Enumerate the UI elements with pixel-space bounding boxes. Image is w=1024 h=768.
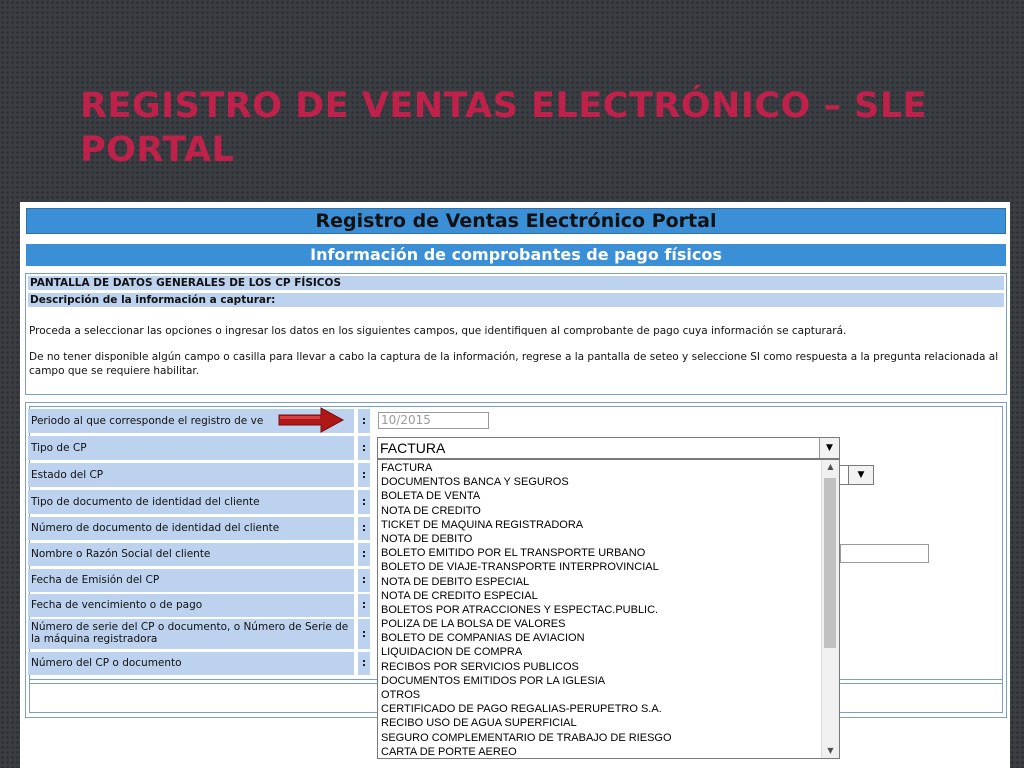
colon: : <box>358 619 370 649</box>
dropdown-option[interactable]: BOLETA DE VENTA <box>381 489 821 503</box>
dropdown-option[interactable]: BOLETO DE COMPANIAS DE AVIACION <box>381 631 821 645</box>
dropdown-option[interactable]: CARTA DE PORTE AEREO <box>381 745 821 758</box>
colon: : <box>358 543 370 566</box>
colon: : <box>358 463 370 487</box>
portal-subtitle: Información de comprobantes de pago físi… <box>26 244 1006 266</box>
label-nombre-cliente: Nombre o Razón Social del cliente <box>28 543 354 566</box>
portal-screenshot: Registro de Ventas Electrónico Portal In… <box>20 202 1010 768</box>
scroll-down-icon[interactable]: ▼ <box>822 744 839 758</box>
dropdown-option[interactable]: NOTA DE DEBITO <box>381 532 821 546</box>
dropdown-option[interactable]: POLIZA DE LA BOLSA DE VALORES <box>381 617 821 631</box>
portal-title: Registro de Ventas Electrónico Portal <box>26 208 1006 234</box>
instruction-2: De no tener disponible algún campo o cas… <box>29 351 999 377</box>
dropdown-option[interactable]: RECIBO USO DE AGUA SUPERFICIAL <box>381 716 821 730</box>
colon: : <box>358 652 370 675</box>
label-estado-cp: Estado del CP <box>28 463 354 487</box>
red-arrow-icon <box>278 407 345 433</box>
dropdown-option[interactable]: NOTA DE DEBITO ESPECIAL <box>381 575 821 589</box>
dropdown-option[interactable]: BOLETOS POR ATRACCIONES Y ESPECTAC.PUBLI… <box>381 603 821 617</box>
dropdown-option[interactable]: BOLETO DE VIAJE-TRANSPORTE INTERPROVINCI… <box>381 560 821 574</box>
label-tipo-documento: Tipo de documento de identidad del clien… <box>28 490 354 514</box>
tipo-cp-dropdown[interactable]: FACTURA DOCUMENTOS BANCA Y SEGUROS BOLETA … <box>377 459 840 759</box>
info-panel: PANTALLA DE DATOS GENERALES DE LOS CP FÍ… <box>25 273 1007 395</box>
dropdown-option[interactable]: LIQUIDACION DE COMPRA <box>381 645 821 659</box>
colon: : <box>358 569 370 592</box>
dropdown-option[interactable]: SEGURO COMPLEMENTARIO DE TRABAJO DE RIES… <box>381 731 821 745</box>
dropdown-options: FACTURA DOCUMENTOS BANCA Y SEGUROS BOLETA … <box>381 461 821 758</box>
colon: : <box>358 436 370 460</box>
estado-select-button[interactable]: ▼ <box>848 465 874 485</box>
label-numero-serie: Número de serie del CP o documento, o Nú… <box>28 619 354 649</box>
colon: : <box>358 490 370 514</box>
screen-title: PANTALLA DE DATOS GENERALES DE LOS CP FÍ… <box>28 276 1004 290</box>
colon: : <box>358 409 370 433</box>
scrollbar-thumb[interactable] <box>824 478 836 648</box>
period-input[interactable]: 10/2015 <box>378 412 489 429</box>
tipo-cp-value: FACTURA <box>380 440 446 456</box>
dropdown-option[interactable]: BOLETO EMITIDO POR EL TRANSPORTE URBANO <box>381 546 821 560</box>
colon: : <box>358 594 370 617</box>
description-heading: Descripción de la información a capturar… <box>28 293 1004 307</box>
tipo-cp-select[interactable]: FACTURA ▼ <box>377 437 840 459</box>
label-fecha-vencimiento: Fecha de vencimiento o de pago <box>28 594 354 617</box>
chevron-down-icon[interactable]: ▼ <box>819 438 839 458</box>
slide-title: REGISTRO DE VENTAS ELECTRÓNICO – SLE POR… <box>80 86 928 170</box>
scroll-up-icon[interactable]: ▲ <box>822 460 839 474</box>
label-tipo-cp: Tipo de CP <box>28 436 354 460</box>
label-fecha-emision: Fecha de Emisión del CP <box>28 569 354 592</box>
dropdown-option[interactable]: DOCUMENTOS BANCA Y SEGUROS <box>381 475 821 489</box>
dropdown-option[interactable]: RECIBOS POR SERVICIOS PUBLICOS <box>381 660 821 674</box>
dropdown-scrollbar[interactable]: ▲ ▼ <box>821 460 839 758</box>
label-numero-documento: Número de documento de identidad del cli… <box>28 517 354 540</box>
dropdown-option[interactable]: DOCUMENTOS EMITIDOS POR LA IGLESIA <box>381 674 821 688</box>
instruction-1: Proceda a seleccionar las opciones o ing… <box>29 325 847 337</box>
dropdown-option[interactable]: NOTA DE CREDITO <box>381 504 821 518</box>
dropdown-option[interactable]: NOTA DE CREDITO ESPECIAL <box>381 589 821 603</box>
dropdown-option[interactable]: CERTIFICADO DE PAGO REGALIAS-PERUPETRO S… <box>381 702 821 716</box>
label-numero-cp: Número del CP o documento <box>28 652 354 675</box>
dropdown-option[interactable]: OTROS <box>381 688 821 702</box>
nombre-cliente-input[interactable] <box>840 544 929 563</box>
dropdown-option[interactable]: FACTURA <box>381 461 821 475</box>
dropdown-option[interactable]: TICKET DE MAQUINA REGISTRADORA <box>381 518 821 532</box>
colon: : <box>358 517 370 540</box>
